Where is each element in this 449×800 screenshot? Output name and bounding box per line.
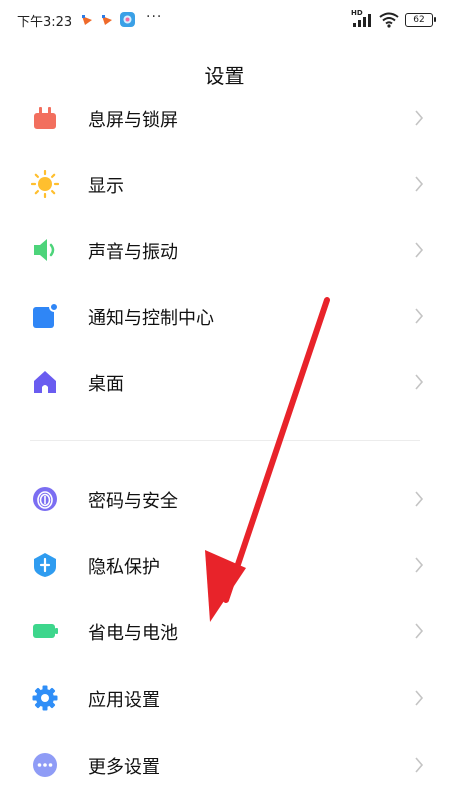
battery-icon [33, 624, 58, 638]
notification-app-icon [102, 15, 112, 25]
chevron-right-icon [415, 623, 424, 639]
chevron-right-icon [415, 242, 424, 258]
settings-item-label: 息屏与锁屏 [88, 110, 178, 131]
sun-icon [31, 170, 59, 198]
privacy-shield-icon [34, 553, 56, 577]
wifi-icon [379, 12, 399, 28]
settings-item-apps[interactable]: 应用设置 [0, 668, 449, 726]
settings-item-label: 密码与安全 [88, 491, 178, 512]
lock-screen-icon [34, 107, 56, 129]
settings-item-notifications[interactable]: 通知与控制中心 [0, 286, 449, 344]
settings-item-label: 显示 [88, 176, 124, 197]
chevron-right-icon [415, 176, 424, 192]
battery-level: 62 [413, 14, 425, 25]
battery-indicator: 62 [405, 13, 436, 27]
settings-item-security[interactable]: 密码与安全 [0, 469, 449, 527]
chevron-right-icon [415, 690, 424, 706]
more-dots-icon [33, 753, 57, 777]
fingerprint-icon [33, 487, 57, 511]
settings-item-battery[interactable]: 省电与电池 [0, 601, 449, 659]
page-title: 设置 [204, 64, 245, 88]
settings-item-label: 通知与控制中心 [88, 308, 214, 329]
settings-item-display[interactable]: 显示 [0, 154, 449, 212]
settings-item-lock-screen[interactable]: 息屏与锁屏 [0, 88, 449, 146]
notification-icon [33, 302, 59, 328]
speaker-icon [34, 239, 55, 261]
status-bar: 下午3:23 ··· HD 62 [0, 0, 449, 40]
settings-item-privacy[interactable]: 隐私保护 [0, 535, 449, 593]
gallery-app-icon [120, 12, 135, 27]
notification-app-icon [82, 15, 92, 25]
home-icon [34, 371, 56, 393]
chevron-right-icon [415, 308, 424, 324]
signal-icon: HD [351, 9, 373, 28]
section-divider [30, 440, 420, 441]
chevron-right-icon [415, 491, 424, 507]
status-time: 下午3:23 [17, 15, 73, 30]
status-indicators: HD 62 [351, 9, 436, 30]
settings-item-sound[interactable]: 声音与振动 [0, 220, 449, 278]
chevron-right-icon [415, 374, 424, 390]
settings-item-label: 应用设置 [88, 690, 160, 711]
gear-icon [32, 685, 58, 711]
settings-item-home-screen[interactable]: 桌面 [0, 352, 449, 410]
settings-item-label: 省电与电池 [88, 623, 178, 644]
settings-item-label: 更多设置 [88, 757, 160, 778]
settings-item-label: 隐私保护 [88, 557, 160, 578]
chevron-right-icon [415, 757, 424, 773]
chevron-right-icon [415, 110, 424, 126]
chevron-right-icon [415, 557, 424, 573]
settings-item-more[interactable]: 更多设置 [0, 735, 449, 793]
settings-item-label: 桌面 [88, 374, 124, 395]
more-notifications-icon: ··· [146, 9, 163, 25]
settings-item-label: 声音与振动 [88, 242, 178, 263]
